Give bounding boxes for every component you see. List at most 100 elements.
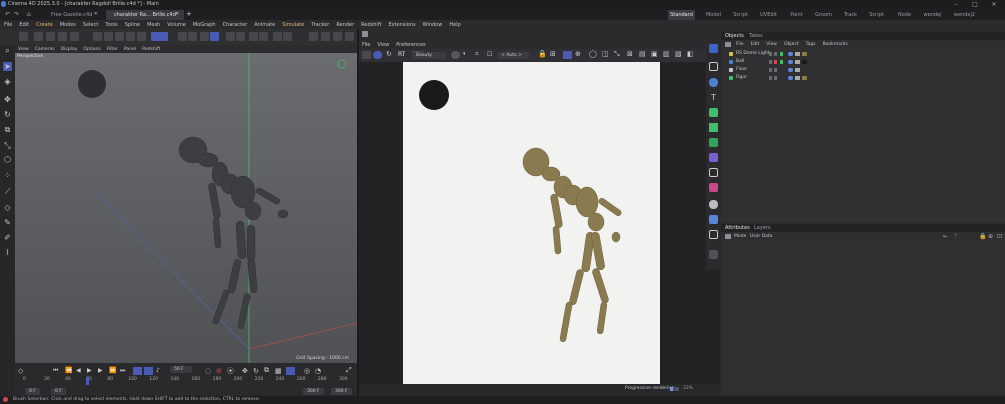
move-axis-z-icon[interactable] bbox=[58, 32, 67, 41]
layout-tab-script[interactable]: Script bbox=[727, 10, 754, 20]
visibility-editor-icon[interactable] bbox=[769, 52, 772, 56]
previous-frame-icon[interactable]: ◀ bbox=[76, 367, 81, 374]
frame-ruler[interactable]: 0 20 40 60 80 100 120 140 160 180 200 220 240 260 280 3… bbox=[23, 377, 349, 385]
generator-icon[interactable] bbox=[115, 32, 124, 41]
aov-dropdown[interactable]: Beauty bbox=[412, 52, 446, 59]
menu-modes[interactable]: Modes bbox=[60, 22, 76, 28]
tab-document-2[interactable]: charakter Ra... Brille.c4d * bbox=[106, 10, 184, 28]
rotate-key-icon[interactable]: ↻ bbox=[253, 367, 259, 375]
go-to-end-icon[interactable]: ⏭ bbox=[120, 367, 125, 375]
scale-key-icon[interactable]: ⧉ bbox=[264, 366, 269, 375]
scene-icon[interactable] bbox=[709, 200, 718, 209]
visibility-render-icon[interactable] bbox=[774, 60, 777, 64]
preview-end-field[interactable]: 300 F bbox=[303, 388, 324, 395]
viewport-menu-panel[interactable]: Panel bbox=[124, 47, 136, 52]
menu-create[interactable]: Create bbox=[36, 22, 53, 28]
render-menu-file[interactable]: File bbox=[362, 42, 370, 48]
new-manager-icon[interactable]: ⊕ bbox=[988, 233, 993, 240]
motion-path-icon[interactable]: ◎ bbox=[304, 367, 310, 375]
menu-redshift[interactable]: Redshift bbox=[361, 22, 381, 28]
layout-tab-standard[interactable]: Standard bbox=[668, 10, 695, 20]
ragdoll-figure[interactable] bbox=[178, 136, 289, 329]
panel-menu-icon[interactable] bbox=[362, 31, 368, 37]
spline-pen-icon[interactable] bbox=[104, 32, 113, 41]
layout-tab-track[interactable]: Track bbox=[837, 10, 864, 20]
viewport-menu-cameras[interactable]: Cameras bbox=[35, 47, 55, 52]
object-name[interactable]: Ball bbox=[736, 58, 744, 66]
viewport-menu-options[interactable]: Options bbox=[83, 47, 100, 52]
tab-attributes[interactable]: Attributes bbox=[725, 225, 750, 231]
viewport-menu-display[interactable]: Display bbox=[61, 47, 78, 52]
object-row[interactable]: RS Dome Light bbox=[721, 50, 1005, 58]
tag-icon[interactable] bbox=[788, 60, 793, 64]
play-icon[interactable]: ▶ bbox=[87, 367, 92, 374]
loop-icon[interactable] bbox=[133, 367, 142, 375]
brush-tool-icon[interactable]: ✐ bbox=[3, 233, 12, 242]
visibility-render-icon[interactable] bbox=[774, 76, 777, 80]
attributes-mode-menu[interactable]: Mode bbox=[734, 234, 746, 239]
cube-icon[interactable] bbox=[93, 32, 102, 41]
next-frame-icon[interactable]: ▶ bbox=[98, 367, 103, 374]
new-tab-icon[interactable]: + bbox=[186, 10, 192, 18]
quantize-icon[interactable] bbox=[210, 32, 219, 41]
layout-tab-script[interactable]: Script bbox=[863, 10, 890, 20]
tag-icon[interactable] bbox=[788, 68, 793, 72]
spline-icon[interactable] bbox=[709, 168, 718, 177]
grid-icon[interactable] bbox=[200, 32, 209, 41]
render-menu-view[interactable]: View bbox=[377, 42, 389, 48]
playhead[interactable] bbox=[86, 377, 89, 385]
tag-icon[interactable] bbox=[795, 76, 800, 80]
simulate-button[interactable] bbox=[151, 32, 168, 41]
viewport-menu-filter[interactable]: Filter bbox=[107, 47, 118, 52]
lock-axis-icon[interactable] bbox=[226, 32, 235, 41]
object-name[interactable]: RS Dome Light bbox=[736, 50, 769, 58]
region-icon[interactable]: ⊡ bbox=[487, 50, 493, 58]
camera-icon[interactable] bbox=[709, 215, 718, 224]
grid-view-icon[interactable]: ⊠ bbox=[627, 50, 633, 58]
tag-icon[interactable] bbox=[795, 60, 800, 64]
sphere-primitive-icon[interactable] bbox=[709, 78, 718, 87]
move-tool-icon[interactable]: ✥ bbox=[3, 95, 12, 104]
undo-button[interactable] bbox=[19, 32, 28, 41]
pla-key-icon[interactable] bbox=[286, 367, 295, 375]
settings-icon[interactable] bbox=[259, 32, 268, 41]
ball-object[interactable] bbox=[78, 70, 106, 98]
panel-toggle-icon[interactable]: ◧ bbox=[687, 50, 694, 58]
generator-green-icon[interactable] bbox=[709, 108, 718, 117]
object-menu-edit[interactable]: Edit bbox=[751, 42, 760, 47]
visibility-render-icon[interactable] bbox=[774, 52, 777, 56]
sound-icon[interactable]: ♪ bbox=[156, 367, 160, 374]
field-pink-icon[interactable] bbox=[709, 183, 718, 192]
light-icon[interactable] bbox=[709, 230, 718, 239]
menu-spline[interactable]: Spline bbox=[125, 22, 140, 28]
render-to-picture-viewer-icon[interactable] bbox=[309, 32, 318, 41]
enabled-check-icon[interactable] bbox=[780, 68, 783, 72]
panel-menu-icon[interactable] bbox=[725, 234, 731, 239]
snapshot-icon[interactable] bbox=[362, 51, 371, 59]
snap-icon[interactable] bbox=[178, 32, 187, 41]
transform-tool-icon[interactable]: ⤡ bbox=[3, 141, 12, 150]
error-icon[interactable] bbox=[3, 397, 8, 402]
color-picker-icon[interactable]: ▾ bbox=[463, 51, 469, 59]
edge-mode-icon[interactable]: ⟋ bbox=[3, 187, 12, 196]
menu-mograph[interactable]: MoGraph bbox=[193, 22, 216, 28]
material-tag-icon[interactable] bbox=[802, 52, 807, 56]
tab-close-icon[interactable]: ✕ bbox=[175, 11, 179, 17]
object-menu-tags[interactable]: Tags bbox=[806, 42, 816, 47]
ipr-toggle-icon[interactable] bbox=[373, 51, 382, 59]
material-tag-icon[interactable] bbox=[802, 76, 807, 80]
rendered-image[interactable] bbox=[403, 62, 660, 384]
menu-select[interactable]: Select bbox=[83, 22, 98, 28]
menu-character[interactable]: Character bbox=[223, 22, 248, 28]
autokey-icon[interactable]: ⦿ bbox=[227, 366, 234, 376]
workplane-icon[interactable] bbox=[188, 32, 197, 41]
visibility-editor-icon[interactable] bbox=[769, 60, 772, 64]
search-icon[interactable]: ⌕ bbox=[3, 46, 12, 55]
view-gizmo-icon[interactable] bbox=[337, 59, 347, 69]
knife-tool-icon[interactable]: ✎ bbox=[3, 218, 12, 227]
enabled-check-icon[interactable] bbox=[780, 60, 783, 64]
layout-tab-paint[interactable]: Paint bbox=[783, 10, 810, 20]
viewport-camera-label[interactable]: Perspective bbox=[17, 54, 43, 59]
keyframe-all-icon[interactable]: ◌ bbox=[205, 367, 211, 375]
field-icon[interactable] bbox=[137, 32, 146, 41]
